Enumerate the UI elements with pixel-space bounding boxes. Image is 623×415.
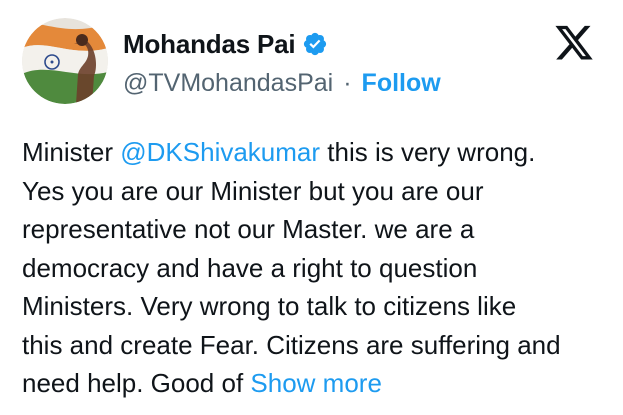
- tweet-text-line2: Yes you are our Minister but you are our: [22, 175, 484, 206]
- tweet-text-line5: Ministers. Very wrong to talk to citizen…: [22, 291, 517, 321]
- separator-dot: ·: [343, 68, 352, 97]
- follow-button[interactable]: Follow: [362, 69, 441, 98]
- author-name-row: Mohandas Pai: [123, 24, 328, 64]
- author-avatar[interactable]: [22, 18, 108, 104]
- author-handle[interactable]: @TVMohandasPai: [123, 69, 333, 98]
- author-handle-row: @TVMohandasPai · Follow: [123, 66, 441, 100]
- tweet-text-line6: this and create Fear. Citizens are suffe…: [22, 329, 561, 360]
- tweet-text-line1-suffix: this is very wrong.: [320, 137, 536, 167]
- tweet-body: Minister @DKShivakumar this is very wron…: [22, 133, 612, 403]
- tweet-card: Mohandas Pai @TVMohandasPai · Follow Min…: [0, 0, 623, 415]
- x-logo-icon[interactable]: [553, 25, 595, 63]
- show-more-link[interactable]: Show more: [250, 368, 382, 398]
- tweet-text-line7-prefix: need help. Good of: [22, 368, 251, 398]
- author-name[interactable]: Mohandas Pai: [123, 29, 296, 60]
- tweet-text-line1-prefix: Minister: [22, 137, 121, 167]
- mention-link[interactable]: @DKShivakumar: [120, 137, 320, 167]
- tweet-text-line4: democracy and have a right to question: [22, 252, 478, 283]
- tweet-text-line3: representative not our Master. we are a: [22, 214, 475, 244]
- avatar-image: [22, 18, 108, 104]
- verified-badge-icon: [302, 31, 328, 57]
